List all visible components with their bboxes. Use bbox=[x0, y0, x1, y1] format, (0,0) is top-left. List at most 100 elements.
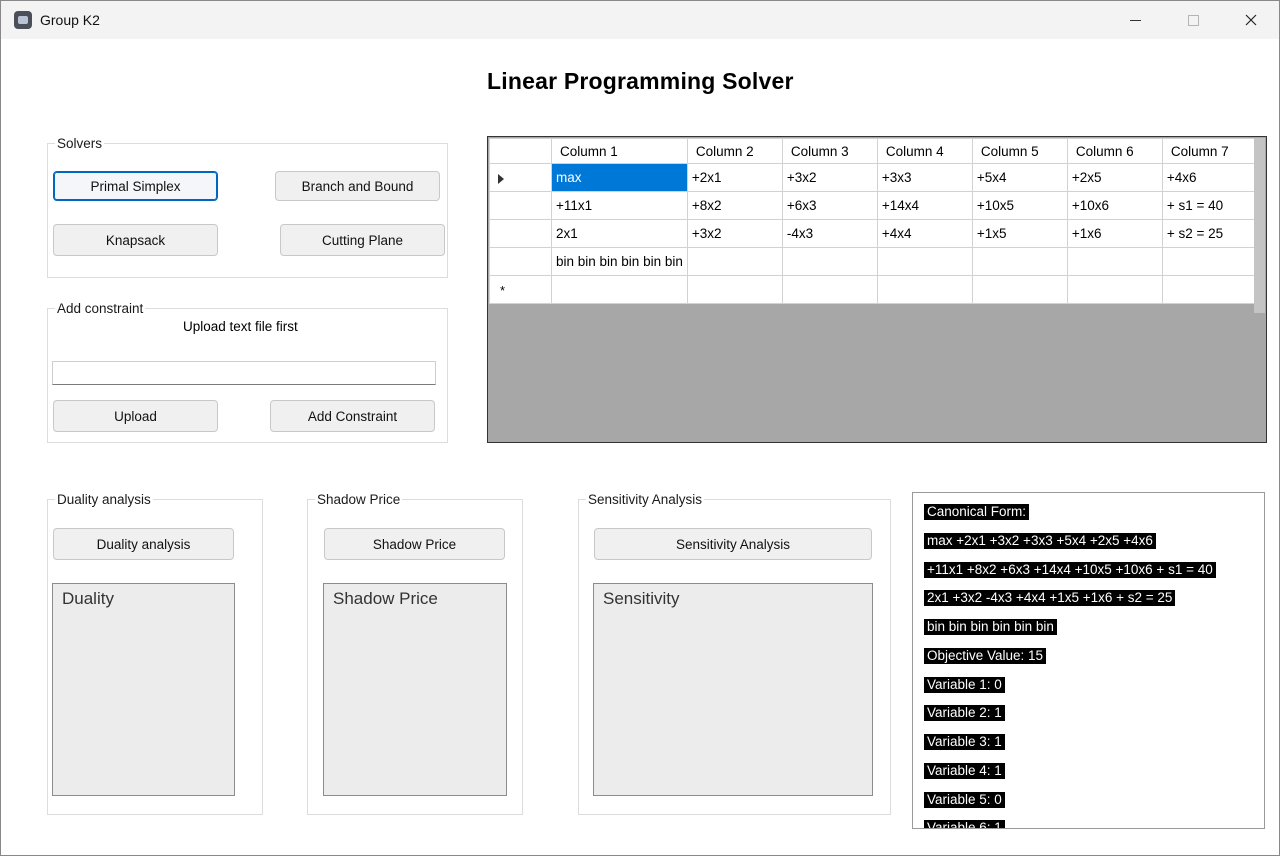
grid-row: max +2x1 +3x2 +3x3 +5x4 +2x5 +4x6 bbox=[489, 163, 1258, 192]
solvers-legend: Solvers bbox=[57, 136, 103, 151]
grid-cell[interactable]: +14x4 bbox=[876, 191, 973, 220]
primal-simplex-button[interactable]: Primal Simplex bbox=[53, 171, 218, 201]
grid-cell[interactable] bbox=[781, 275, 878, 304]
grid-new-row: * bbox=[489, 275, 1258, 304]
duality-output: Duality bbox=[52, 583, 235, 796]
grid-cell[interactable] bbox=[686, 247, 783, 276]
grid-cell[interactable]: +1x6 bbox=[1066, 219, 1163, 248]
grid-corner-header bbox=[489, 138, 552, 164]
result-line: bin bin bin bin bin bin bbox=[924, 619, 1057, 635]
grid-cell-selected[interactable]: max bbox=[551, 163, 688, 192]
grid-cell[interactable] bbox=[876, 247, 973, 276]
new-row-marker: * bbox=[500, 283, 506, 298]
column-header[interactable]: Column 7 bbox=[1161, 138, 1258, 164]
grid-cell[interactable]: +11x1 bbox=[551, 191, 688, 220]
sensitivity-output-text: Sensitivity bbox=[603, 589, 680, 608]
result-line: +11x1 +8x2 +6x3 +14x4 +10x5 +10x6 + s1 =… bbox=[924, 562, 1216, 578]
grid-cell[interactable] bbox=[686, 275, 783, 304]
grid-cell[interactable]: +2x5 bbox=[1066, 163, 1163, 192]
upload-hint-label: Upload text file first bbox=[183, 319, 298, 334]
solvers-group: Solvers bbox=[47, 136, 448, 278]
grid-cell[interactable]: -4x3 bbox=[781, 219, 878, 248]
grid-cell[interactable]: +10x5 bbox=[971, 191, 1068, 220]
row-header[interactable] bbox=[489, 191, 552, 220]
grid-cell[interactable] bbox=[1066, 247, 1163, 276]
add-constraint-legend: Add constraint bbox=[57, 301, 144, 316]
client-area: Linear Programming Solver Solvers Primal… bbox=[1, 39, 1279, 855]
result-line: Variable 1: 0 bbox=[924, 677, 1005, 693]
results-output-box[interactable]: Canonical Form: max +2x1 +3x2 +3x3 +5x4 … bbox=[912, 492, 1265, 829]
grid-row: bin bin bin bin bin bin bbox=[489, 247, 1258, 276]
grid-cell[interactable] bbox=[876, 275, 973, 304]
branch-and-bound-button[interactable]: Branch and Bound bbox=[275, 171, 440, 201]
row-header[interactable] bbox=[489, 219, 552, 248]
grid-cell[interactable] bbox=[971, 247, 1068, 276]
result-line: Variable 5: 0 bbox=[924, 792, 1005, 808]
close-button[interactable] bbox=[1222, 1, 1280, 39]
result-line: Variable 3: 1 bbox=[924, 734, 1005, 750]
grid-cell[interactable]: +4x6 bbox=[1161, 163, 1258, 192]
grid-row: 2x1 +3x2 -4x3 +4x4 +1x5 +1x6 + s2 = 25 bbox=[489, 219, 1258, 248]
shadow-price-output-text: Shadow Price bbox=[333, 589, 438, 608]
grid-cell[interactable] bbox=[971, 275, 1068, 304]
shadow-price-legend: Shadow Price bbox=[317, 492, 401, 507]
sensitivity-analysis-button[interactable]: Sensitivity Analysis bbox=[594, 528, 872, 560]
maximize-button[interactable] bbox=[1164, 1, 1222, 39]
grid-cell[interactable]: +1x5 bbox=[971, 219, 1068, 248]
grid-table: Column 1 Column 2 Column 3 Column 4 Colu… bbox=[489, 138, 1258, 304]
column-header[interactable]: Column 1 bbox=[551, 138, 688, 164]
add-constraint-button[interactable]: Add Constraint bbox=[270, 400, 435, 432]
grid-cell[interactable]: +2x1 bbox=[686, 163, 783, 192]
grid-cell[interactable]: +6x3 bbox=[781, 191, 878, 220]
duality-output-text: Duality bbox=[62, 589, 114, 608]
grid-row: +11x1 +8x2 +6x3 +14x4 +10x5 +10x6 + s1 =… bbox=[489, 191, 1258, 220]
grid-cell[interactable]: +3x2 bbox=[781, 163, 878, 192]
grid-cell[interactable]: + s2 = 25 bbox=[1161, 219, 1258, 248]
minimize-button[interactable] bbox=[1106, 1, 1164, 39]
grid-cell[interactable] bbox=[1066, 275, 1163, 304]
grid-scrollbar[interactable] bbox=[1254, 138, 1265, 313]
result-line: Variable 2: 1 bbox=[924, 705, 1005, 721]
duality-analysis-button[interactable]: Duality analysis bbox=[53, 528, 234, 560]
grid-cell[interactable]: +10x6 bbox=[1066, 191, 1163, 220]
result-line: 2x1 +3x2 -4x3 +4x4 +1x5 +1x6 + s2 = 25 bbox=[924, 590, 1176, 606]
duality-legend: Duality analysis bbox=[57, 492, 151, 507]
result-line: Variable 6: 1 bbox=[924, 820, 1005, 828]
sensitivity-legend: Sensitivity Analysis bbox=[588, 492, 703, 507]
column-header[interactable]: Column 3 bbox=[781, 138, 878, 164]
app-window-icon bbox=[14, 11, 32, 29]
column-header[interactable]: Column 5 bbox=[971, 138, 1068, 164]
model-data-grid[interactable]: Column 1 Column 2 Column 3 Column 4 Colu… bbox=[487, 136, 1267, 443]
grid-cell[interactable] bbox=[551, 275, 688, 304]
grid-cell[interactable] bbox=[1161, 247, 1258, 276]
grid-cell[interactable]: +5x4 bbox=[971, 163, 1068, 192]
app-window: Group K2 Linear Programming Solver Solve… bbox=[0, 0, 1280, 856]
column-header[interactable]: Column 4 bbox=[876, 138, 973, 164]
current-row-arrow-icon bbox=[498, 174, 504, 184]
result-line: max +2x1 +3x2 +3x3 +5x4 +2x5 +4x6 bbox=[924, 533, 1156, 549]
column-header[interactable]: Column 2 bbox=[686, 138, 783, 164]
grid-cell[interactable] bbox=[781, 247, 878, 276]
grid-cell[interactable]: + s1 = 40 bbox=[1161, 191, 1258, 220]
column-header[interactable]: Column 6 bbox=[1066, 138, 1163, 164]
shadow-price-button[interactable]: Shadow Price bbox=[324, 528, 505, 560]
result-line: Variable 4: 1 bbox=[924, 763, 1005, 779]
row-header[interactable] bbox=[489, 163, 552, 192]
grid-cell[interactable]: bin bin bin bin bin bin bbox=[551, 247, 688, 276]
grid-cell[interactable]: 2x1 bbox=[551, 219, 688, 248]
grid-cell[interactable]: +3x3 bbox=[876, 163, 973, 192]
grid-cell[interactable]: +4x4 bbox=[876, 219, 973, 248]
new-row-header[interactable]: * bbox=[489, 275, 552, 304]
window-title: Group K2 bbox=[40, 12, 100, 28]
grid-cell[interactable] bbox=[1161, 275, 1258, 304]
maximize-icon bbox=[1187, 14, 1199, 26]
close-icon bbox=[1245, 14, 1257, 26]
title-bar[interactable]: Group K2 bbox=[1, 1, 1279, 39]
knapsack-button[interactable]: Knapsack bbox=[53, 224, 218, 256]
grid-cell[interactable]: +8x2 bbox=[686, 191, 783, 220]
cutting-plane-button[interactable]: Cutting Plane bbox=[280, 224, 445, 256]
constraint-input[interactable] bbox=[52, 361, 436, 385]
upload-button[interactable]: Upload bbox=[53, 400, 218, 432]
grid-cell[interactable]: +3x2 bbox=[686, 219, 783, 248]
row-header[interactable] bbox=[489, 247, 552, 276]
